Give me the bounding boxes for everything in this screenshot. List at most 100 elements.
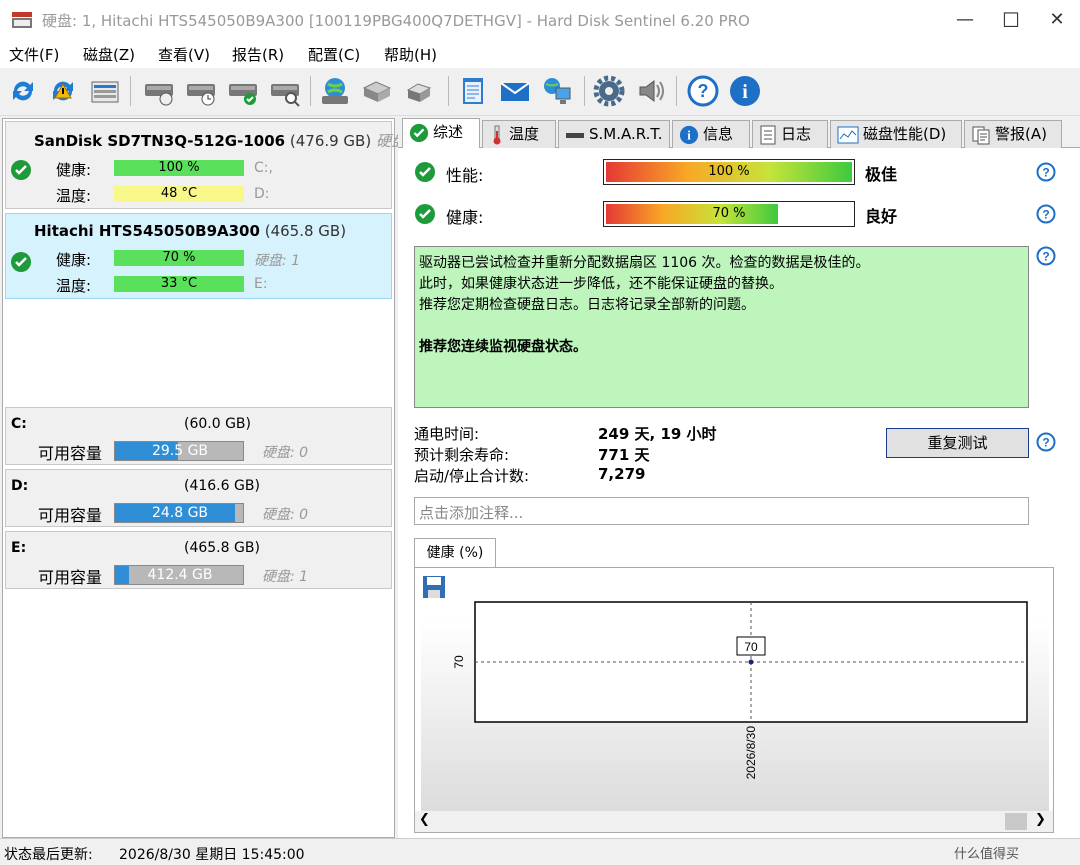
disk-card-hitachi[interactable]: Hitachi HTS545050B9A300 (465.8 GB) 健康: 7… — [5, 213, 392, 299]
disk-list-pane: SanDisk SD7TN3Q-512G-1006 (476.9 GB) 硬盘:… — [2, 118, 411, 838]
svg-text:i: i — [687, 128, 691, 142]
email-icon[interactable] — [498, 74, 532, 108]
tab-alerts[interactable]: 警报(A) — [964, 120, 1062, 148]
info-icon[interactable]: i — [728, 74, 762, 108]
scroll-thumb[interactable] — [1005, 813, 1027, 830]
data-label: 70 — [744, 640, 758, 654]
help-icon[interactable]: ? — [1036, 204, 1056, 224]
help-icon[interactable]: ? — [1036, 246, 1056, 266]
health-chart-panel: 70 70 2026/8/30 ❮ ❯ — [414, 567, 1054, 833]
help-icon[interactable]: ? — [1036, 432, 1056, 452]
partition-size: (416.6 GB) — [184, 478, 260, 494]
menu-help[interactable]: 帮助(H) — [384, 44, 437, 65]
tab-label: S.M.A.R.T. — [589, 125, 663, 143]
help-icon[interactable]: ? — [686, 74, 720, 108]
health-rating: 良好 — [865, 207, 898, 226]
svg-text:?: ? — [1042, 250, 1049, 264]
disk-check-icon[interactable] — [226, 74, 260, 108]
free-space-bar: 412.4 GB — [114, 565, 244, 585]
drive-icon[interactable] — [402, 74, 436, 108]
note-input[interactable]: 点击添加注释... — [414, 497, 1029, 525]
disk-card-sandisk[interactable]: SanDisk SD7TN3Q-512G-1006 (476.9 GB) 硬盘:… — [5, 121, 411, 209]
minimize-button[interactable]: — — [942, 0, 988, 40]
temperature-label: 温度: — [56, 187, 92, 205]
disk-size: (476.9 GB) — [289, 132, 372, 150]
performance-icon — [837, 126, 859, 143]
title-bar: 硬盘: 1, Hitachi HTS545050B9A300 [100119PB… — [0, 0, 1080, 40]
toolbar-separator — [310, 76, 311, 106]
partition-letter: E: — [11, 540, 27, 556]
globe-disk-icon[interactable] — [318, 74, 352, 108]
tab-info[interactable]: i 信息 — [672, 120, 750, 148]
refresh-icon[interactable] — [6, 74, 40, 108]
settings-gear-icon[interactable] — [592, 74, 626, 108]
tab-label: 温度 — [509, 125, 540, 143]
health-bar: 70 % — [114, 250, 244, 266]
menu-file[interactable]: 文件(F) — [9, 44, 59, 65]
health-label: 健康: — [446, 208, 484, 227]
svg-text:?: ? — [1042, 166, 1049, 180]
tab-label: 综述 — [433, 123, 464, 141]
disk-test-icon[interactable] — [142, 74, 176, 108]
performance-gauge: 100 % — [603, 159, 855, 185]
tab-disk-performance[interactable]: 磁盘性能(D) — [830, 120, 962, 148]
partition-letter: C: — [11, 416, 27, 432]
detail-pane: 综述 温度 S.M.A.R.T. i 信息 日志 磁盘性能(D) 警报(A) 性能… — [398, 118, 1080, 838]
log-icon — [760, 125, 776, 144]
scroll-left-arrow-icon[interactable]: ❮ — [419, 812, 430, 827]
menu-disk[interactable]: 磁盘(Z) — [83, 44, 135, 65]
notepad-icon[interactable] — [456, 74, 490, 108]
check-icon — [409, 123, 429, 142]
tab-log[interactable]: 日志 — [752, 120, 828, 148]
sound-icon[interactable] — [634, 74, 668, 108]
menu-report[interactable]: 报告(R) — [232, 44, 284, 65]
status-ok-icon — [11, 160, 31, 180]
temperature-bar: 33 °C — [114, 276, 244, 292]
computer-network-icon[interactable] — [540, 74, 574, 108]
refresh-warning-icon[interactable] — [46, 74, 80, 108]
tab-smart[interactable]: S.M.A.R.T. — [558, 120, 670, 148]
free-space-bar: 24.8 GB — [114, 503, 244, 523]
health-ok-icon — [415, 204, 435, 224]
health-value: 70 % — [712, 206, 746, 221]
menu-config[interactable]: 配置(C) — [308, 44, 360, 65]
status-update-value: 2026/8/30 星期日 15:45:00 — [119, 847, 305, 863]
disk-schedule-icon[interactable] — [184, 74, 218, 108]
status-bar: 状态最后更新: 2026/8/30 星期日 15:45:00 什么值得买 — [0, 838, 1080, 865]
retest-button[interactable]: 重复测试 — [886, 428, 1029, 458]
message-line: 推荐您定期检查硬盘日志。日志将记录全部新的问题。 — [419, 297, 755, 313]
health-gauge: 70 % — [603, 201, 855, 227]
health-value: 70 % — [162, 250, 196, 265]
performance-ok-icon — [415, 162, 435, 182]
temperature-value: 48 °C — [160, 186, 198, 201]
toolbar: ? i — [0, 68, 1080, 116]
disk-size: (465.8 GB) — [264, 222, 347, 240]
svg-text:?: ? — [698, 81, 709, 101]
partition-card-e[interactable]: E: (465.8 GB) 可用容量 412.4 GB 硬盘: 1 — [5, 531, 392, 589]
chart-tab-health[interactable]: 健康 (%) — [414, 538, 496, 568]
tab-temperature[interactable]: 温度 — [482, 120, 556, 148]
partition-disk: 硬盘: 1 — [262, 569, 309, 585]
partition-card-c[interactable]: C: (60.0 GB) 可用容量 29.5 GB 硬盘: 0 — [5, 407, 392, 465]
scroll-right-arrow-icon[interactable]: ❯ — [1035, 812, 1046, 827]
status-message-box: 驱动器已尝试检查并重新分配数据扇区 1106 次。检查的数据是极佳的。 此时，如… — [414, 246, 1029, 408]
tab-overview[interactable]: 综述 — [402, 118, 480, 149]
disk-list-icon[interactable] — [88, 74, 122, 108]
info-icon: i — [679, 125, 699, 144]
tab-bar: 综述 温度 S.M.A.R.T. i 信息 日志 磁盘性能(D) 警报(A) — [398, 118, 1080, 149]
menu-view[interactable]: 查看(V) — [158, 44, 210, 65]
chart-scrollbar[interactable]: ❮ ❯ — [415, 811, 1053, 832]
performance-value: 100 % — [708, 164, 750, 179]
disk-search-icon[interactable] — [268, 74, 302, 108]
network-disk-icon[interactable] — [360, 74, 394, 108]
tab-label: 日志 — [781, 125, 812, 143]
close-button[interactable]: ✕ — [1034, 0, 1080, 40]
help-icon[interactable]: ? — [1036, 162, 1056, 182]
message-line: 此时，如果健康状态进一步降低，还不能保证硬盘的替换。 — [419, 276, 783, 292]
maximize-button[interactable]: ☐ — [988, 0, 1034, 40]
partition-card-d[interactable]: D: (416.6 GB) 可用容量 24.8 GB 硬盘: 0 — [5, 469, 392, 527]
partition-size: (60.0 GB) — [184, 416, 251, 432]
temperature-extra: E: — [254, 276, 268, 292]
smart-icon — [566, 132, 584, 138]
data-point — [748, 659, 754, 665]
